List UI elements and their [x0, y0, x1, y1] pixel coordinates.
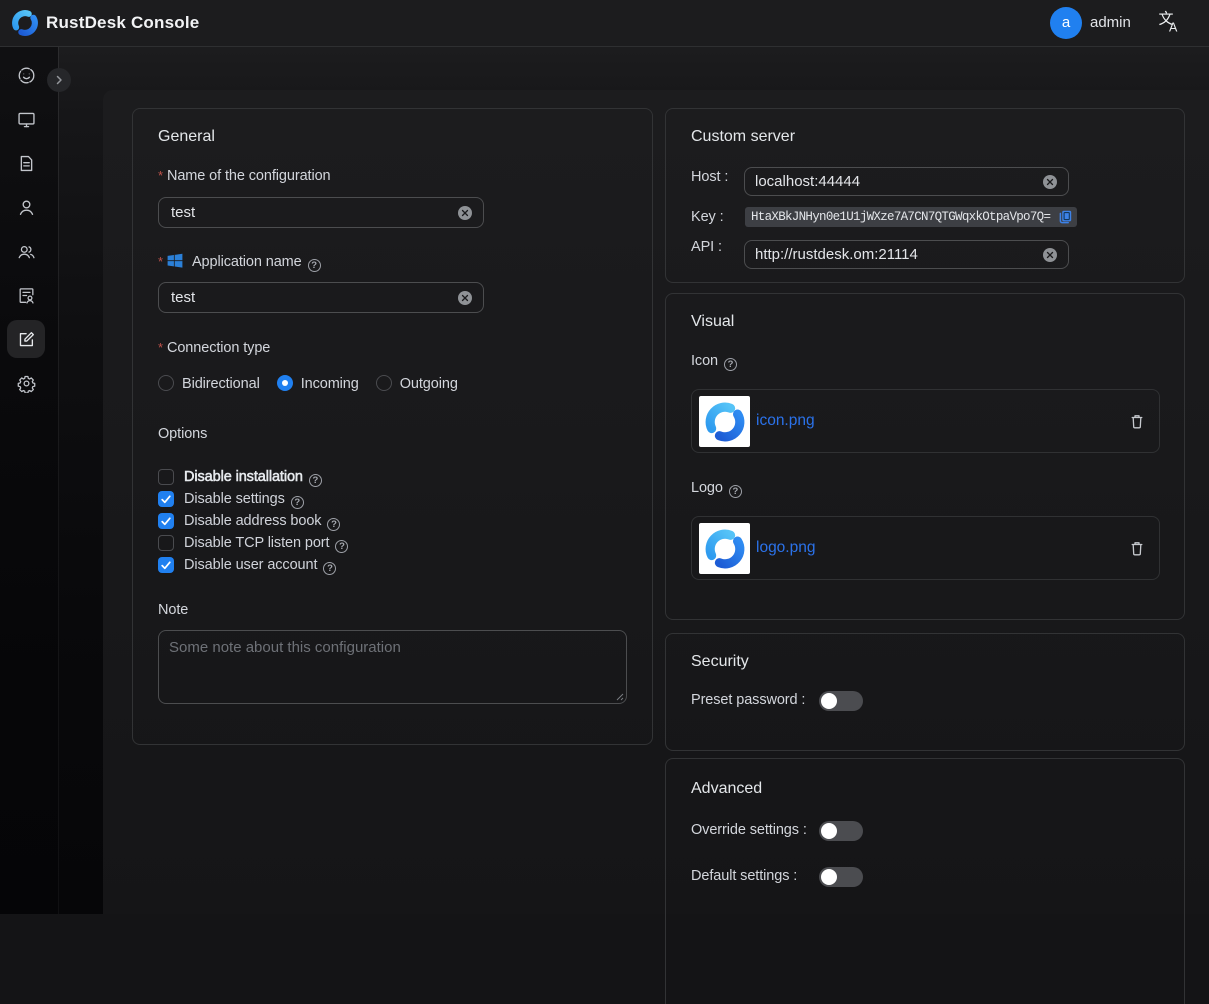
svg-text:A: A — [1169, 21, 1178, 33]
